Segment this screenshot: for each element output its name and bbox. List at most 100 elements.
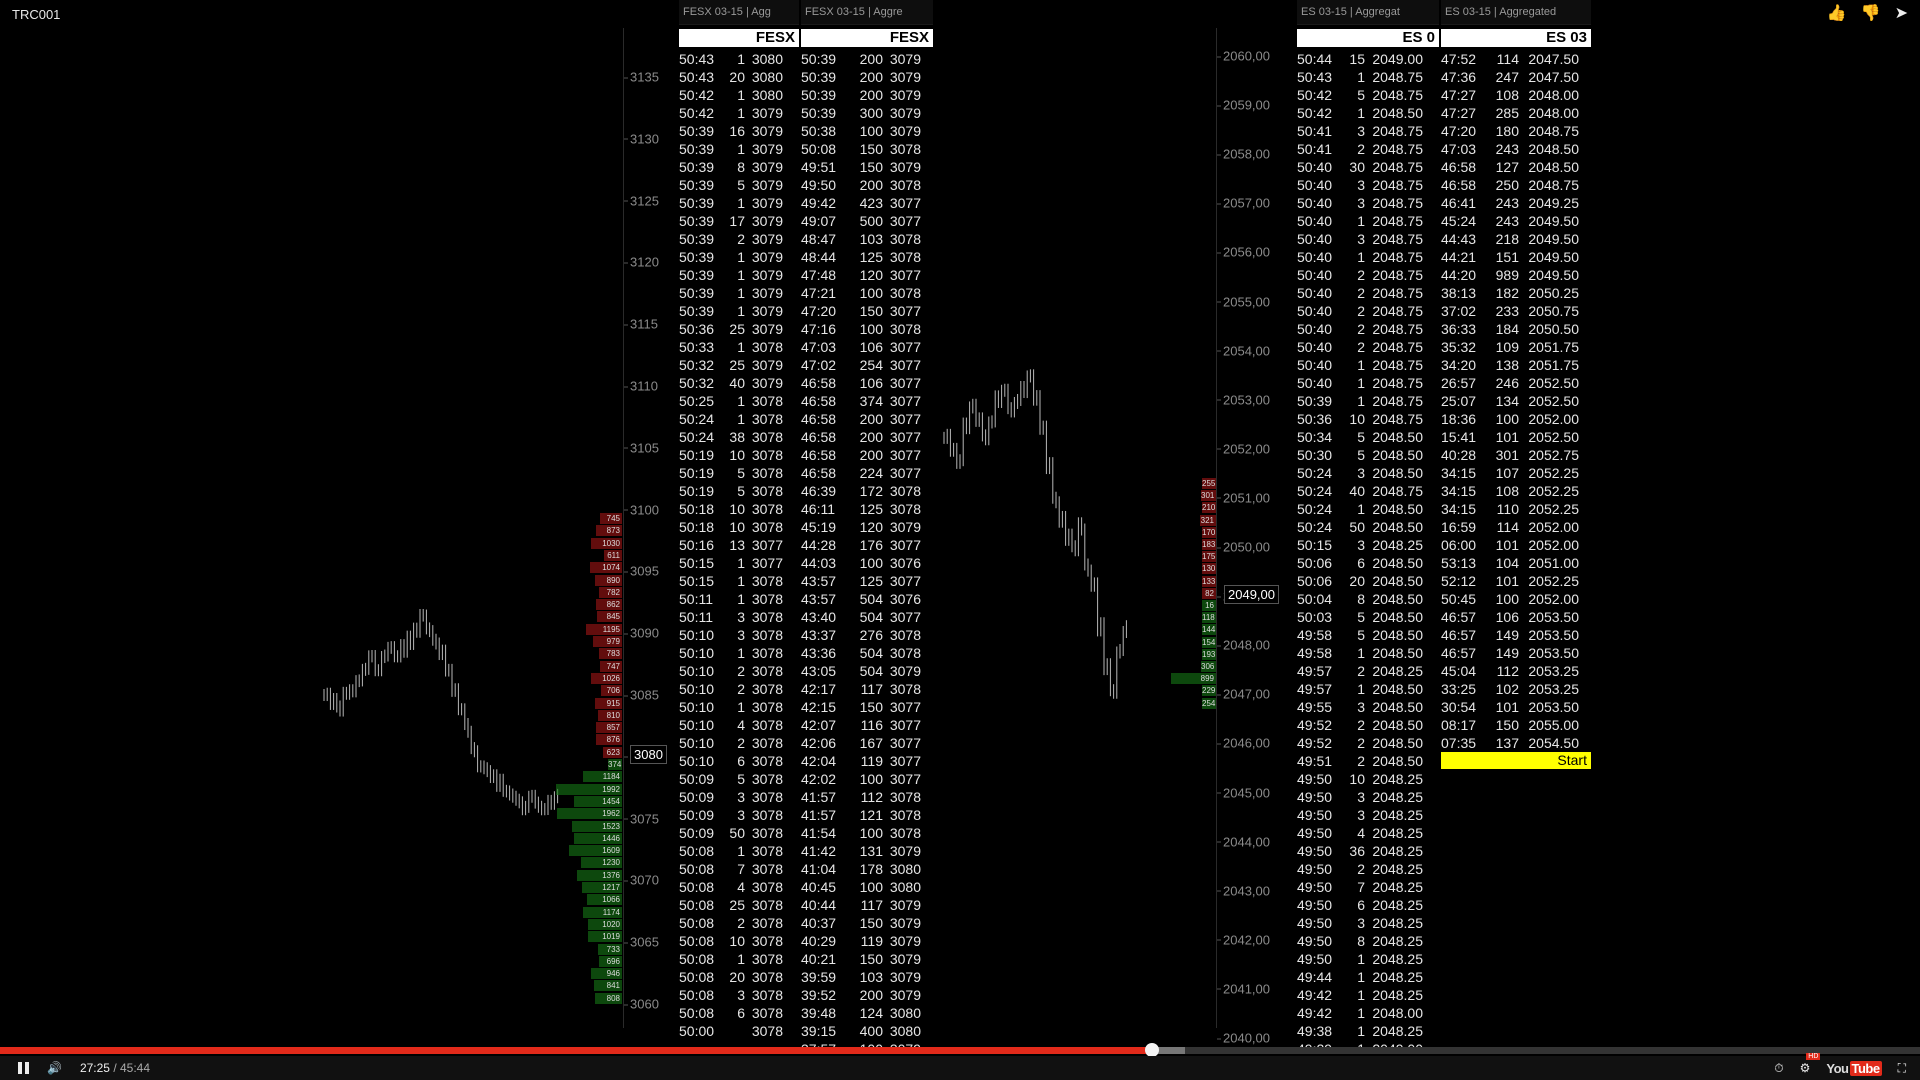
tape-time: 46:58 <box>801 428 839 446</box>
tape-size: 104 <box>1479 554 1519 572</box>
axis-tick-label: 3105 <box>630 440 659 455</box>
tape-row: 45:04 112 2053.25 <box>1441 662 1591 680</box>
tape-price: 2048.25 <box>1365 788 1423 806</box>
tape-row: 50:24 1 3078 <box>679 410 799 428</box>
tape-size: 300 <box>839 104 883 122</box>
thumbs-up-icon[interactable]: 👍 <box>1827 6 1847 22</box>
tape-size: 150 <box>839 950 883 968</box>
tape-price: 2053.50 <box>1519 626 1579 644</box>
tape-row: 41:57 121 3078 <box>801 806 933 824</box>
axis-tick-label: 2055,00 <box>1223 294 1270 309</box>
settings-gear-icon[interactable]: ⚙ HD <box>1800 1061 1811 1075</box>
tape-time: 49:50 <box>1297 788 1335 806</box>
tape-price: 3077 <box>745 536 783 554</box>
tape-size: 10 <box>717 500 745 518</box>
tape-size: 1 <box>1335 212 1365 230</box>
tape-row: 50:08 10 3078 <box>679 932 799 950</box>
tape-time: 47:48 <box>801 266 839 284</box>
tape-time: 15:41 <box>1441 428 1479 446</box>
tape-size: 374 <box>839 392 883 410</box>
tape-row: 46:41 243 2049.25 <box>1441 194 1591 212</box>
video-controls: 🔊 27:25 / 45:44 ⏱ ⚙ HD You Tube ⛶ <box>0 1056 1920 1080</box>
tape-size: 1 <box>717 698 745 716</box>
video-progress-bar[interactable] <box>0 1047 1920 1054</box>
tape-price: 3077 <box>883 572 921 590</box>
tape-time: 49:42 <box>1297 1004 1335 1022</box>
tape-row: 49:57 2 2048.25 <box>1297 662 1439 680</box>
tape-price: 3078 <box>883 806 921 824</box>
tape-size: 200 <box>839 68 883 86</box>
tape-tab[interactable]: FESX 03-15 | Agg <box>679 0 799 25</box>
tape-size: 1 <box>1335 968 1365 986</box>
pause-icon[interactable] <box>18 1062 29 1074</box>
tape-size: 247 <box>1479 68 1519 86</box>
tape-time: 46:58 <box>801 392 839 410</box>
tape-row: 46:57 106 2053.50 <box>1441 608 1591 626</box>
tape-time: 34:15 <box>1441 482 1479 500</box>
tape-time: 50:25 <box>679 392 717 410</box>
tape-price: 2048.25 <box>1365 770 1423 788</box>
tape-tab[interactable]: ES 03-15 | Aggregated <box>1441 0 1591 25</box>
tape-time: 49:51 <box>801 158 839 176</box>
tape-time: 50:32 <box>679 374 717 392</box>
volume-bid-bar: 144 <box>1202 624 1216 635</box>
tape-time: 46:58 <box>1441 176 1479 194</box>
tape-row: 50:39 200 3079 <box>801 50 933 68</box>
tape-price: 3078 <box>745 644 783 662</box>
tape-size: 200 <box>839 986 883 1004</box>
tape-tab[interactable]: FESX 03-15 | Aggre <box>801 0 933 25</box>
tape-size: 3 <box>717 626 745 644</box>
tape-tab[interactable]: ES 03-15 | Aggregat <box>1297 0 1439 25</box>
tape-row: 50:10 6 3078 <box>679 752 799 770</box>
top-right-icons: 👍 👎 ➤ <box>1827 6 1908 22</box>
tape-time: 46:11 <box>801 500 839 518</box>
tape-time: 50:24 <box>1297 518 1335 536</box>
tape-price: 3079 <box>745 194 783 212</box>
tape-size: 200 <box>839 410 883 428</box>
tape-time: 40:28 <box>1441 446 1479 464</box>
es-tape-1: ES 03-15 | Aggregat ES 0 50:44 15 2049.00 5… <box>1297 0 1439 1080</box>
volume-ask-bar: 82 <box>1202 588 1216 599</box>
volume-bid-bar: 1066 <box>587 894 622 905</box>
tape-size: 3 <box>1335 122 1365 140</box>
share-icon[interactable]: ➤ <box>1895 6 1908 22</box>
tape-row: 25:07 134 2052.50 <box>1441 392 1591 410</box>
tape-price: 3078 <box>883 680 921 698</box>
tape-time: 50:18 <box>679 500 717 518</box>
tape-price: 3078 <box>745 896 783 914</box>
tape-price: 3078 <box>745 608 783 626</box>
tape-size: 100 <box>839 320 883 338</box>
watch-later-icon[interactable]: ⏱ <box>1774 1061 1783 1076</box>
tape-size: 5 <box>1335 626 1365 644</box>
volume-bid-bar: 733 <box>598 944 622 955</box>
fullscreen-icon[interactable]: ⛶ <box>1898 1061 1906 1076</box>
tape-time: 47:03 <box>1441 140 1479 158</box>
tape-price: 3079 <box>745 374 783 392</box>
tape-row: 50:45 100 2052.00 <box>1441 590 1591 608</box>
progress-scrubber-handle[interactable] <box>1145 1043 1159 1057</box>
volume-ask-bar: 862 <box>596 599 622 610</box>
tape-row: 46:58 200 3077 <box>801 446 933 464</box>
thumbs-down-icon[interactable]: 👎 <box>1861 6 1881 22</box>
tape-time: 50:39 <box>679 140 717 158</box>
axis-tick-label: 2043,00 <box>1223 883 1270 898</box>
tape-size: 100 <box>1479 590 1519 608</box>
tape-time: 46:57 <box>1441 626 1479 644</box>
tape-time: 42:06 <box>801 734 839 752</box>
tape-price: 2048.75 <box>1365 374 1423 392</box>
tape-row: 26:57 246 2052.50 <box>1441 374 1591 392</box>
volume-icon[interactable]: 🔊 <box>47 1061 62 1075</box>
tape-time: 50:24 <box>1297 500 1335 518</box>
tape-price: 3078 <box>883 140 921 158</box>
tape-price: 3079 <box>745 212 783 230</box>
tape-time: 38:13 <box>1441 284 1479 302</box>
tape-time: 36:33 <box>1441 320 1479 338</box>
start-button[interactable]: Start <box>1441 752 1591 769</box>
tape-size: 1 <box>1335 500 1365 518</box>
tape-time: 50:18 <box>679 518 717 536</box>
tape-time: 47:27 <box>1441 104 1479 122</box>
tape-price: 3078 <box>745 500 783 518</box>
tape-price: 2048.75 <box>1365 212 1423 230</box>
tape-time: 46:58 <box>801 374 839 392</box>
youtube-logo[interactable]: You Tube <box>1826 1061 1881 1076</box>
